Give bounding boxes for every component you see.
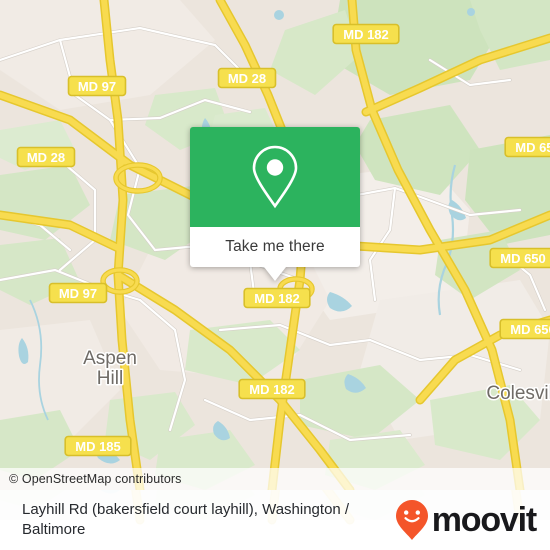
route-shield-label: MD 185 (75, 439, 121, 454)
route-shield-label: MD 650 (510, 322, 550, 337)
route-shield-label: MD 97 (78, 79, 116, 94)
route-shield: MD 650 (504, 136, 550, 158)
route-shield-label: MD 97 (59, 286, 97, 301)
route-shield-label: MD 650 (500, 251, 546, 266)
popup-card-header (190, 127, 360, 227)
moovit-wordmark: moovit (431, 501, 537, 539)
route-shield-label: MD 182 (254, 291, 300, 306)
location-title: Layhill Rd (bakersfield court layhill), … (22, 501, 350, 538)
route-shield-label: MD 650 (515, 140, 550, 155)
route-shield: MD 650 (489, 247, 550, 269)
popup-card-tail (264, 267, 286, 281)
screenshot-root: Aspen Hill Colesville MD 182MD 28MD 97MD… (0, 0, 550, 550)
route-shield: MD 182 (332, 23, 400, 45)
route-shield-label: MD 182 (343, 27, 389, 42)
route-shield: MD 97 (48, 282, 108, 304)
moovit-logo[interactable]: moovit (395, 499, 537, 541)
osm-attribution[interactable]: © OpenStreetMap contributors (0, 468, 550, 490)
route-shield: MD 182 (243, 287, 311, 309)
location-pin-icon (252, 145, 298, 209)
route-shield-label: MD 28 (27, 150, 65, 165)
destination-popup-card[interactable]: Take me there (190, 127, 360, 281)
popup-card-action[interactable]: Take me there (190, 227, 360, 281)
route-shield-label: MD 28 (228, 71, 266, 86)
route-shield: MD 28 (217, 67, 277, 89)
route-shield-label: MD 182 (249, 382, 295, 397)
route-shield: MD 97 (67, 75, 127, 97)
route-shield: MD 28 (16, 146, 76, 168)
footer-bar: Layhill Rd (bakersfield court layhill), … (0, 490, 550, 550)
take-me-there-label: Take me there (225, 238, 325, 255)
moovit-smiley-pin-icon (395, 500, 428, 540)
route-shield: MD 182 (238, 378, 306, 400)
route-shield: MD 650 (499, 318, 550, 340)
route-shield: MD 185 (64, 435, 132, 457)
